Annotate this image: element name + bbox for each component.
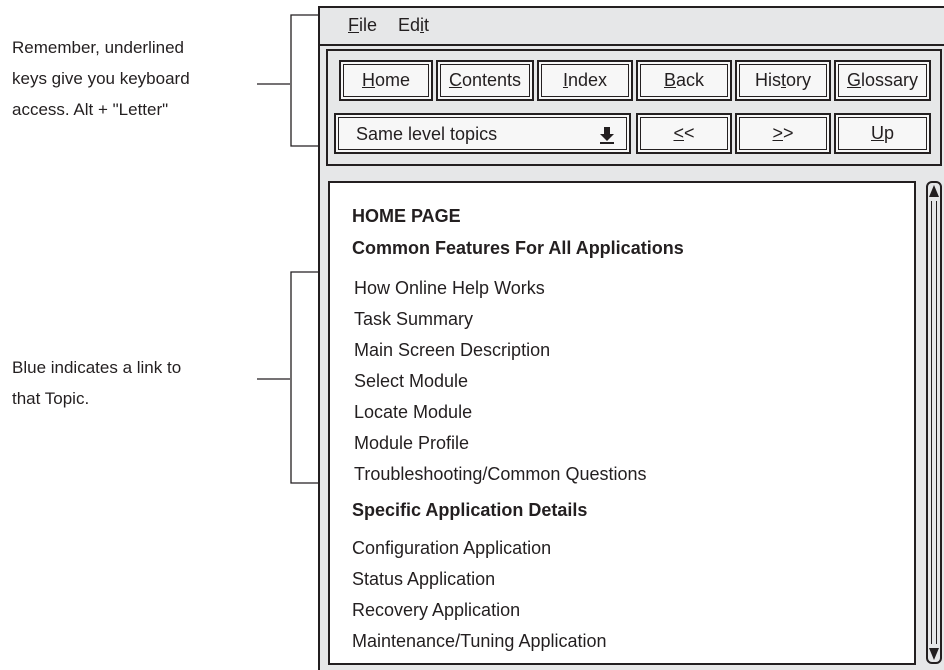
mnemonic-letter: B (663, 70, 676, 90)
topic-link[interactable]: Maintenance/Tuning Application (352, 631, 607, 652)
topic-link[interactable]: Recovery Application (352, 600, 520, 621)
button-label: > (783, 123, 794, 143)
topic-link[interactable]: Troubleshooting/Common Questions (354, 464, 646, 485)
button-label: ory (786, 70, 812, 90)
glossary-button[interactable]: Glossary (834, 60, 931, 101)
topic-link[interactable]: Status Application (352, 569, 495, 590)
topic-link[interactable]: Locate Module (354, 402, 472, 423)
menu-bar: File Edit (320, 8, 944, 46)
up-button[interactable]: Up (834, 113, 931, 154)
button-label: ndex (567, 70, 608, 90)
contents-button[interactable]: Contents (436, 60, 534, 101)
mnemonic-letter: H (361, 70, 375, 90)
topic-link[interactable]: How Online Help Works (354, 278, 545, 299)
arrow-down-icon (600, 127, 614, 144)
topic-level-dropdown[interactable]: Same level topics (334, 113, 631, 154)
button-label: p (883, 123, 894, 143)
history-button[interactable]: His t ory (735, 60, 831, 101)
button-label: ontents (461, 70, 522, 90)
help-window: File Edit Home Contents Index Back His t o… (318, 6, 944, 670)
button-label: < (684, 123, 695, 143)
section-heading-common: Common Features For All Applications (352, 238, 684, 258)
topic-link[interactable]: Task Summary (354, 309, 473, 330)
scroll-track[interactable] (931, 201, 937, 644)
index-button[interactable]: Index (537, 60, 633, 101)
mnemonic-letter: G (846, 70, 861, 90)
topic-link[interactable]: Configuration Application (352, 538, 551, 559)
back-button[interactable]: Back (636, 60, 732, 101)
page-title: HOME PAGE (352, 206, 461, 226)
button-label: ome (374, 70, 410, 90)
vertical-scrollbar[interactable] (926, 181, 942, 664)
dropdown-value: Same level topics (356, 124, 498, 144)
menu-label: ile (359, 15, 378, 35)
section-heading-specific: Specific Application Details (352, 500, 588, 520)
mnemonic-letter: < (673, 123, 684, 143)
mnemonic-letter: F (348, 15, 359, 35)
button-label: ack (676, 70, 705, 90)
topic-link[interactable]: Select Module (354, 371, 468, 392)
button-label: lossary (861, 70, 919, 90)
menu-file[interactable]: File (348, 15, 377, 36)
scroll-down-arrow-icon[interactable] (929, 648, 939, 660)
toolbar: Home Contents Index Back His t ory Glossar… (326, 49, 942, 166)
menu-label: Ed (398, 15, 421, 35)
menu-edit[interactable]: Edit (398, 15, 429, 36)
button-label: His (754, 70, 781, 90)
menu-label: t (424, 15, 430, 35)
mnemonic-letter: > (772, 123, 783, 143)
topic-link[interactable]: Module Profile (354, 433, 469, 454)
mnemonic-letter: U (870, 123, 884, 143)
topic-link[interactable]: Main Screen Description (354, 340, 550, 361)
scroll-up-arrow-icon[interactable] (929, 185, 939, 197)
next-topic-button[interactable]: > > (735, 113, 831, 154)
home-button[interactable]: Home (339, 60, 433, 101)
mnemonic-letter: C (448, 70, 462, 90)
previous-topic-button[interactable]: < < (636, 113, 732, 154)
help-content-pane: HOME PAGE Common Features For All Applic… (328, 181, 916, 665)
